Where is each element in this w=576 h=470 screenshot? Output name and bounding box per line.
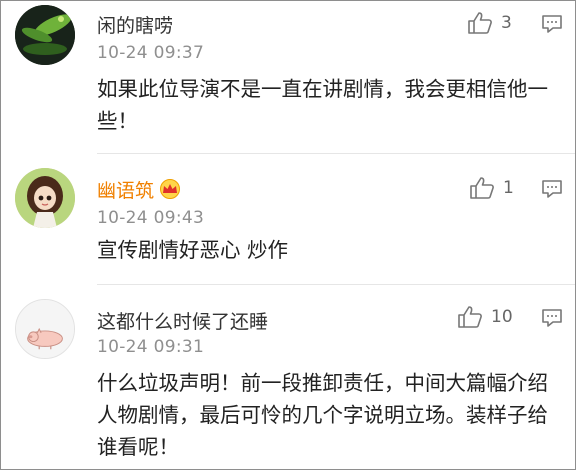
like-count: 10 <box>491 307 513 327</box>
thumbs-up-icon <box>458 306 482 328</box>
comment-item: 幽语筑 10-24 09:43 1 宣传剧情好恶心 炒作 <box>1 154 575 284</box>
comment-bubble-icon <box>542 180 562 198</box>
comment-bubble-icon <box>542 309 562 327</box>
comment-item: 闲的瞎唠 10-24 09:37 3 如果此位导演不是一直在讲剧情，我会更相信他… <box>1 1 575 151</box>
reply-button[interactable] <box>541 307 563 333</box>
comment-time: 10-24 09:31 <box>97 337 205 357</box>
user-avatar[interactable] <box>15 5 75 65</box>
username[interactable]: 幽语筑 <box>97 176 182 204</box>
thumbs-up-icon <box>470 177 494 199</box>
username[interactable]: 这都什么时候了还睡 <box>97 307 268 334</box>
green-plant-avatar-icon <box>15 5 75 65</box>
user-avatar[interactable] <box>15 299 75 359</box>
comment-time: 10-24 09:37 <box>97 43 205 63</box>
reply-button[interactable] <box>541 178 563 204</box>
comment-bubble-icon <box>542 15 562 33</box>
comment-text: 宣传剧情好恶心 炒作 <box>97 238 289 262</box>
user-avatar[interactable] <box>15 168 75 228</box>
like-button[interactable]: 1 <box>469 176 514 200</box>
comment-item: 这都什么时候了还睡 10-24 09:31 10 什么垃圾声明！前一段推卸责任，… <box>1 285 575 469</box>
reply-button[interactable] <box>541 13 563 39</box>
like-button[interactable]: 3 <box>467 11 512 35</box>
comment-text: 什么垃圾声明！前一段推卸责任，中间大篇幅介绍人物剧情，最后可怜的几个字说明立场。… <box>97 371 548 459</box>
doll-girl-avatar-icon <box>15 168 75 228</box>
comment-text: 如果此位导演不是一直在讲剧情，我会更相信他一些！ <box>97 77 548 133</box>
username-text: 幽语筑 <box>97 180 155 202</box>
comment-time: 10-24 09:43 <box>97 208 205 228</box>
username[interactable]: 闲的瞎唠 <box>97 11 173 38</box>
like-button[interactable]: 10 <box>457 305 513 329</box>
like-count: 1 <box>503 178 514 198</box>
thumbs-up-icon <box>468 12 492 34</box>
pig-avatar-icon <box>16 300 74 358</box>
comment-list: 闲的瞎唠 10-24 09:37 3 如果此位导演不是一直在讲剧情，我会更相信他… <box>0 0 576 470</box>
crown-icon <box>158 179 182 204</box>
like-count: 3 <box>501 13 512 33</box>
